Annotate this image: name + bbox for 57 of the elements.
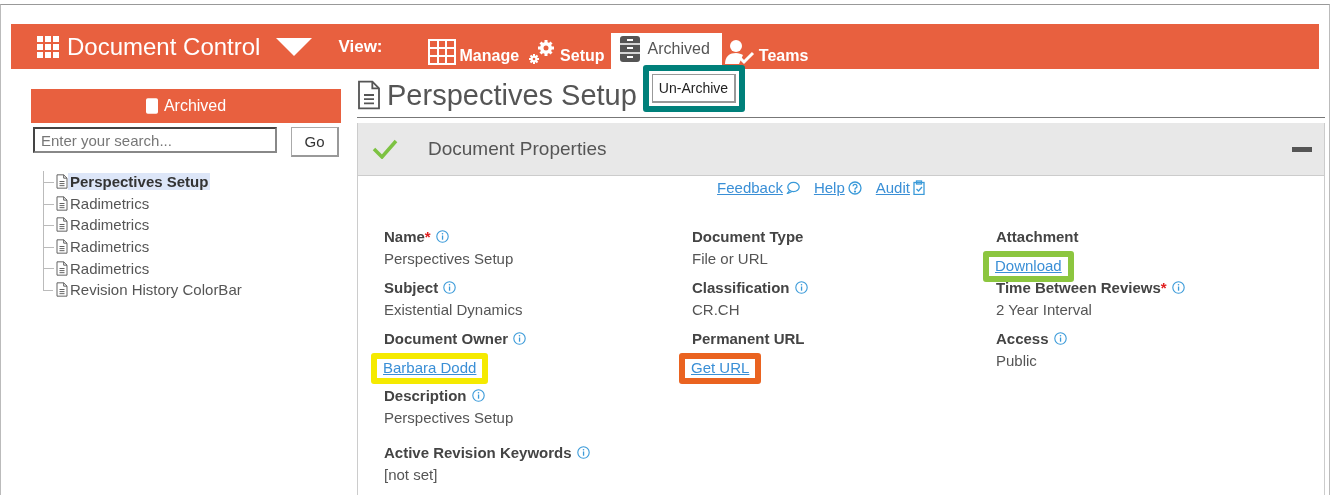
document-icon <box>56 217 68 233</box>
field-value: [not set] <box>384 466 438 483</box>
panel-link[interactable]: Help <box>813 179 845 196</box>
field-label: Description <box>384 387 467 404</box>
tree-item[interactable]: Perspectives Setup <box>68 173 211 191</box>
gears-icon <box>528 39 557 65</box>
field-link[interactable]: Barbara Dodd <box>383 359 477 376</box>
field-value: 2 Year Interval <box>996 301 1092 318</box>
document-icon <box>56 174 68 190</box>
document-icon <box>357 80 381 110</box>
field-label: Classification <box>692 279 790 296</box>
unarchive-button[interactable]: Un-Archive <box>651 74 737 103</box>
clipboard-check-icon <box>912 180 925 195</box>
field-label: Active Revision Keywords <box>384 444 572 461</box>
document-icon <box>56 239 68 255</box>
field-label: Subject <box>384 279 439 296</box>
field-value: File or URL <box>692 250 768 267</box>
field-value: Existential Dynamics <box>384 301 523 318</box>
page-title: Perspectives Setup <box>387 78 637 112</box>
help-icon <box>847 180 862 195</box>
check-icon <box>372 139 398 159</box>
app-title: Document Control <box>67 32 261 61</box>
field-value: Perspectives Setup <box>384 250 514 267</box>
document-icon <box>56 282 68 298</box>
field-value: Public <box>996 352 1037 369</box>
tree-item[interactable]: Radimetrics <box>68 216 152 234</box>
field-label: Attachment <box>996 228 1079 245</box>
field-label: Name <box>384 228 425 245</box>
tree-item[interactable]: Radimetrics <box>68 194 152 212</box>
required-mark: * <box>424 228 431 245</box>
field-label: Access <box>996 330 1049 347</box>
view-label: View: <box>338 36 383 57</box>
field-label: Permanent URL <box>692 330 805 347</box>
collapse-icon[interactable] <box>1292 146 1312 152</box>
panel-link[interactable]: Feedback <box>717 179 783 196</box>
go-button[interactable]: Go <box>291 127 339 157</box>
field-value: CR.CH <box>692 301 740 318</box>
dropdown-caret-icon[interactable] <box>276 37 313 56</box>
table-icon <box>427 39 456 65</box>
field-link[interactable]: Get URL <box>691 359 750 376</box>
nav-tab[interactable]: Archived <box>610 33 722 69</box>
panel-title: Document Properties <box>428 138 608 160</box>
field-label: Document Type <box>692 228 804 245</box>
grid-icon <box>37 35 59 58</box>
tree-item[interactable]: Radimetrics <box>68 238 152 256</box>
document-icon <box>56 195 68 211</box>
field-value: Perspectives Setup <box>384 409 514 426</box>
field-label: Document Owner <box>384 330 509 347</box>
tree-item[interactable]: Revision History ColorBar <box>68 281 244 299</box>
sidebar-title: Archived <box>163 97 227 115</box>
search-field[interactable]: Enter your search... <box>33 127 277 153</box>
document-icon <box>56 260 68 276</box>
field-label: Time Between Reviews <box>996 279 1161 296</box>
field-link[interactable]: Download <box>995 257 1062 274</box>
tree-item[interactable]: Radimetrics <box>68 259 152 277</box>
speech-bubble-icon <box>785 181 800 194</box>
required-mark: * <box>1160 279 1167 296</box>
